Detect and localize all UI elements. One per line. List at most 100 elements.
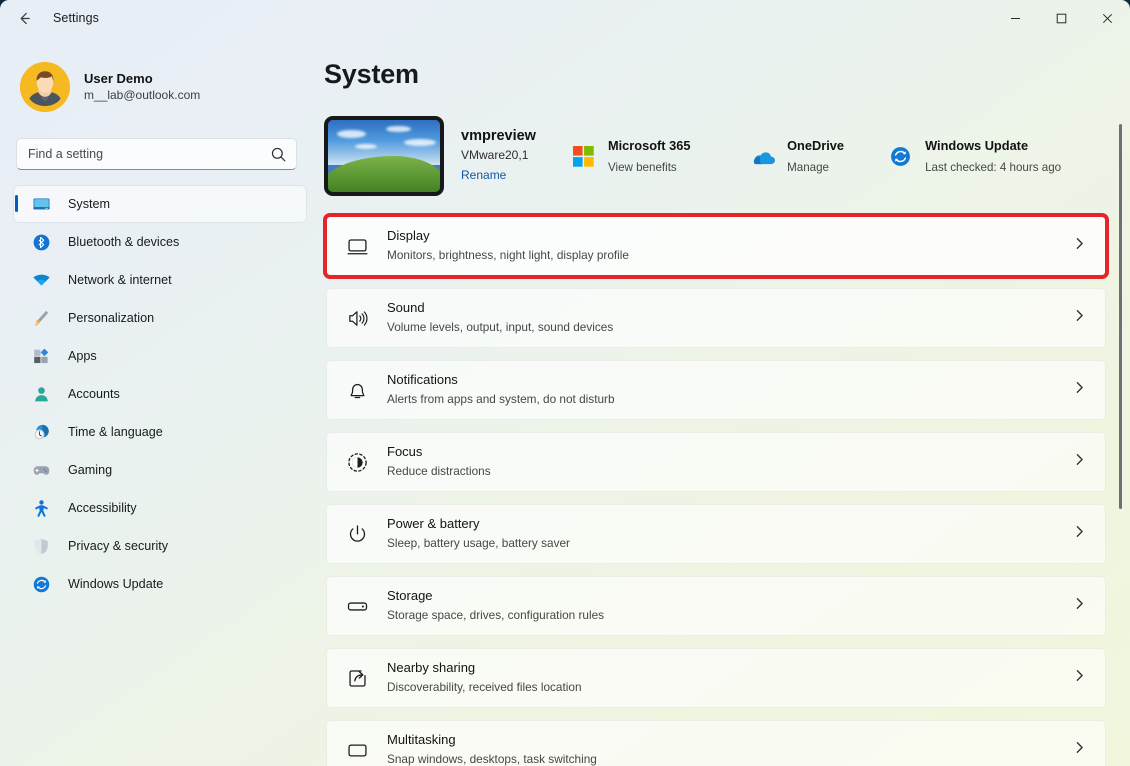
back-button[interactable] bbox=[7, 3, 41, 33]
settings-row-storage[interactable]: Storage Storage space, drives, configura… bbox=[326, 576, 1106, 636]
quick-link-subtitle: Manage bbox=[787, 161, 829, 174]
window-controls bbox=[992, 0, 1130, 36]
quick-link-microsoft-365[interactable]: Microsoft 365 View benefits bbox=[565, 129, 732, 183]
sidebar-item-personalization[interactable]: Personalization bbox=[14, 300, 306, 336]
profile-email: m__lab@outlook.com bbox=[84, 88, 201, 103]
sidebar-item-label: Apps bbox=[68, 349, 97, 363]
settings-row-notifications[interactable]: Notifications Alerts from apps and syste… bbox=[326, 360, 1106, 420]
wifi-icon bbox=[31, 270, 51, 290]
sidebar-nav: System Bluetooth & devices Network & int… bbox=[0, 186, 320, 602]
sidebar-item-label: Personalization bbox=[68, 311, 155, 325]
settings-row-title: Storage bbox=[387, 588, 433, 604]
bluetooth-icon bbox=[31, 232, 51, 252]
quick-link-windows-update[interactable]: Windows Update Last checked: 4 hours ago bbox=[882, 129, 1118, 183]
microsoft-logo-icon bbox=[571, 144, 596, 169]
maximize-button[interactable] bbox=[1038, 0, 1084, 36]
avatar bbox=[20, 62, 70, 112]
quick-link-subtitle: View benefits bbox=[607, 161, 677, 174]
settings-row-sound[interactable]: Sound Volume levels, output, input, soun… bbox=[326, 288, 1106, 348]
sidebar-item-network-internet[interactable]: Network & internet bbox=[14, 262, 306, 298]
bliss-wallpaper-thumbnail-icon bbox=[324, 116, 444, 196]
focus-moon-icon bbox=[343, 448, 371, 476]
quick-link-title: Windows Update bbox=[925, 137, 1029, 153]
settings-row-focus[interactable]: Focus Reduce distractions bbox=[326, 432, 1106, 492]
settings-row-subtitle: Storage space, drives, configuration rul… bbox=[387, 608, 605, 623]
chevron-right-icon bbox=[1073, 381, 1086, 399]
settings-row-title: Nearby sharing bbox=[387, 660, 476, 676]
device-model: VMware20,1 bbox=[461, 148, 529, 163]
settings-row-subtitle: Alerts from apps and system, do not dist… bbox=[387, 392, 615, 407]
shield-icon bbox=[31, 536, 51, 556]
accessibility-person-icon bbox=[31, 498, 51, 518]
chevron-right-icon bbox=[1073, 669, 1086, 687]
speaker-icon bbox=[343, 304, 371, 332]
sidebar-item-label: System bbox=[68, 197, 110, 211]
settings-row-subtitle: Snap windows, desktops, task switching bbox=[387, 752, 597, 766]
sidebar-item-privacy-security[interactable]: Privacy & security bbox=[14, 528, 306, 564]
sidebar-item-time-language[interactable]: Time & language bbox=[14, 414, 306, 450]
maximize-icon bbox=[1056, 13, 1066, 23]
device-info: vmpreview VMware20,1 Rename bbox=[324, 116, 559, 196]
quick-link-title: OneDrive bbox=[787, 137, 844, 153]
chevron-right-icon bbox=[1073, 453, 1086, 471]
window-title: Settings bbox=[53, 11, 99, 25]
drive-icon bbox=[343, 592, 371, 620]
minimize-button[interactable] bbox=[992, 0, 1038, 36]
settings-window: Settings User Demo m__lab@outlook.com Fi… bbox=[0, 0, 1130, 766]
quick-links: Microsoft 365 View benefits OneDrive Man… bbox=[565, 129, 1130, 183]
settings-row-title: Notifications bbox=[387, 372, 458, 388]
sidebar-item-label: Gaming bbox=[68, 463, 113, 477]
vertical-scrollbar[interactable] bbox=[1115, 124, 1127, 764]
onedrive-cloud-icon bbox=[750, 144, 776, 169]
sidebar-item-accessibility[interactable]: Accessibility bbox=[14, 490, 306, 526]
paintbrush-icon bbox=[31, 308, 51, 328]
settings-row-power-battery[interactable]: Power & battery Sleep, battery usage, ba… bbox=[326, 504, 1106, 564]
minimize-icon bbox=[1010, 17, 1020, 19]
close-button[interactable] bbox=[1084, 0, 1130, 36]
quick-link-title: Microsoft 365 bbox=[607, 137, 691, 153]
sidebar-item-bluetooth-devices[interactable]: Bluetooth & devices bbox=[14, 224, 306, 260]
update-refresh-icon bbox=[31, 574, 51, 594]
title-bar: Settings bbox=[0, 0, 1130, 36]
settings-row-title: Multitasking bbox=[387, 732, 456, 748]
main-content: System vmpreview VMware20,1 Rename Micro… bbox=[320, 36, 1130, 766]
gamepad-icon bbox=[31, 460, 51, 480]
sidebar-item-label: Accounts bbox=[68, 387, 120, 401]
settings-row-subtitle: Reduce distractions bbox=[387, 464, 491, 479]
back-arrow-icon bbox=[20, 12, 30, 24]
settings-row-subtitle: Monitors, brightness, night light, displ… bbox=[387, 248, 629, 263]
quick-link-onedrive[interactable]: OneDrive Manage bbox=[744, 129, 870, 183]
sidebar-item-label: Windows Update bbox=[68, 577, 164, 591]
settings-row-multitasking[interactable]: Multitasking Snap windows, desktops, tas… bbox=[326, 720, 1106, 766]
sidebar-item-accounts[interactable]: Accounts bbox=[14, 376, 306, 412]
chevron-right-icon bbox=[1073, 309, 1086, 327]
settings-row-title: Sound bbox=[387, 300, 425, 316]
person-icon bbox=[31, 384, 51, 404]
clock-globe-icon bbox=[31, 422, 51, 442]
settings-row-title: Display bbox=[387, 228, 430, 244]
settings-row-subtitle: Discoverability, received files location bbox=[387, 680, 582, 695]
chevron-right-icon bbox=[1073, 741, 1086, 759]
chevron-right-icon bbox=[1073, 597, 1086, 615]
page-title: System bbox=[324, 59, 419, 89]
display-monitor-icon bbox=[343, 232, 371, 260]
scrollbar-thumb[interactable] bbox=[1119, 124, 1122, 509]
sidebar-item-apps[interactable]: Apps bbox=[14, 338, 306, 374]
device-name: vmpreview bbox=[461, 127, 536, 144]
sidebar-item-system[interactable]: System bbox=[14, 186, 306, 222]
chevron-right-icon bbox=[1073, 525, 1086, 543]
settings-row-subtitle: Volume levels, output, input, sound devi… bbox=[387, 320, 614, 335]
sidebar-item-windows-update[interactable]: Windows Update bbox=[14, 566, 306, 602]
sidebar-item-label: Privacy & security bbox=[68, 539, 169, 553]
search-input[interactable] bbox=[28, 147, 263, 161]
close-icon bbox=[1102, 13, 1112, 23]
user-profile[interactable]: User Demo m__lab@outlook.com bbox=[14, 58, 304, 116]
bell-icon bbox=[343, 376, 371, 404]
settings-row-display[interactable]: Display Monitors, brightness, night ligh… bbox=[323, 213, 1109, 279]
rename-link[interactable]: Rename bbox=[461, 168, 506, 184]
chevron-right-icon bbox=[1073, 237, 1086, 255]
settings-row-nearby-sharing[interactable]: Nearby sharing Discoverability, received… bbox=[326, 648, 1106, 708]
search-box[interactable] bbox=[16, 138, 297, 170]
sidebar-item-gaming[interactable]: Gaming bbox=[14, 452, 306, 488]
update-refresh-icon bbox=[888, 144, 913, 169]
